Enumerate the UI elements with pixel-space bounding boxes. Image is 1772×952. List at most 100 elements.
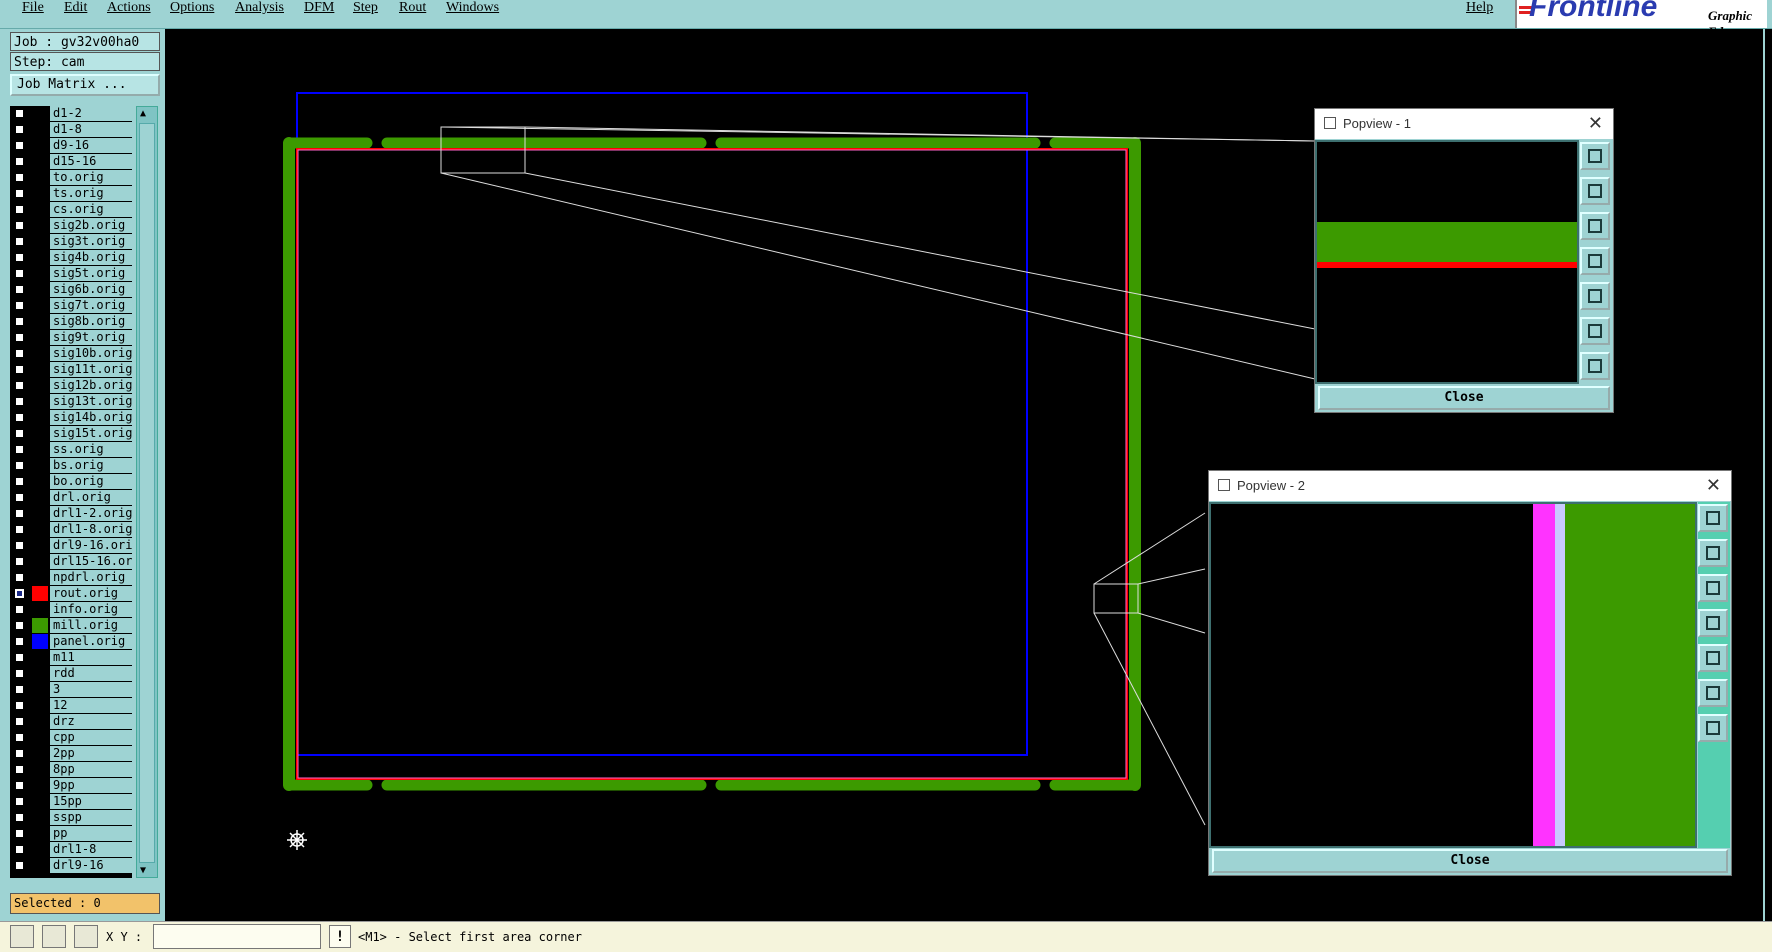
layer-checkbox[interactable] [15, 189, 24, 198]
layer-name[interactable]: sig3t.orig [50, 234, 132, 249]
layer-name[interactable]: sig14b.orig [50, 410, 132, 425]
layer-name[interactable]: sig15t.orig [50, 426, 132, 441]
layer-color-swatch[interactable] [32, 666, 48, 681]
layer-name[interactable]: bs.orig [50, 458, 132, 473]
layer-color-swatch[interactable] [32, 442, 48, 457]
popview-1-canvas[interactable] [1315, 140, 1579, 384]
layer-row[interactable]: rout.orig [10, 586, 132, 602]
menu-rout[interactable]: Rout [399, 0, 426, 16]
layer-row[interactable]: sig8b.orig [10, 314, 132, 330]
layer-name[interactable]: sig7t.orig [50, 298, 132, 313]
layer-color-swatch[interactable] [32, 154, 48, 169]
layer-color-swatch[interactable] [32, 730, 48, 745]
layer-row[interactable]: d1-8 [10, 122, 132, 138]
layer-name[interactable]: drl9-16.orig [50, 538, 132, 553]
popview-1-pan-left-button[interactable] [1580, 247, 1610, 275]
layer-color-swatch[interactable] [32, 314, 48, 329]
layer-row[interactable]: ss.orig [10, 442, 132, 458]
layer-row[interactable]: sig9t.orig [10, 330, 132, 346]
layer-checkbox[interactable] [15, 621, 24, 630]
layer-name[interactable]: pp [50, 826, 132, 841]
layer-row[interactable]: sig10b.orig [10, 346, 132, 362]
scroll-down-icon[interactable]: ▼ [140, 865, 146, 876]
layer-name[interactable]: rdd [50, 666, 132, 681]
layer-checkbox[interactable] [15, 269, 24, 278]
layer-color-swatch[interactable] [32, 122, 48, 137]
layer-color-swatch[interactable] [32, 762, 48, 777]
layer-checkbox[interactable] [15, 589, 24, 598]
layer-row[interactable]: drl15-16.ori [10, 554, 132, 570]
layer-checkbox[interactable] [15, 669, 24, 678]
layer-color-swatch[interactable] [32, 778, 48, 793]
layer-color-swatch[interactable] [32, 378, 48, 393]
layer-color-swatch[interactable] [32, 746, 48, 761]
layer-checkbox[interactable] [15, 445, 24, 454]
layer-color-swatch[interactable] [32, 170, 48, 185]
layer-checkbox[interactable] [15, 285, 24, 294]
menu-file[interactable]: File [22, 0, 44, 16]
layer-color-swatch[interactable] [32, 298, 48, 313]
layer-name[interactable]: drl.orig [50, 490, 132, 505]
layer-color-swatch[interactable] [32, 410, 48, 425]
layer-checkbox[interactable] [15, 509, 24, 518]
layer-row[interactable]: bs.orig [10, 458, 132, 474]
layer-name[interactable]: 12 [50, 698, 132, 713]
layer-name[interactable]: drl1-8.orig [50, 522, 132, 537]
layer-checkbox[interactable] [15, 829, 24, 838]
popview-1-pan-down-button[interactable] [1580, 212, 1610, 240]
layer-row[interactable]: sig4b.orig [10, 250, 132, 266]
layer-color-swatch[interactable] [32, 858, 48, 873]
layer-row[interactable]: mill.orig [10, 618, 132, 634]
layer-name[interactable]: d9-16 [50, 138, 132, 153]
layer-checkbox[interactable] [15, 141, 24, 150]
layer-name[interactable]: bo.orig [50, 474, 132, 489]
layer-checkbox[interactable] [15, 333, 24, 342]
layer-checkbox[interactable] [15, 461, 24, 470]
layer-row[interactable]: drz [10, 714, 132, 730]
layer-row[interactable]: drl9-16 [10, 858, 132, 874]
layer-color-swatch[interactable] [32, 586, 48, 601]
layer-color-swatch[interactable] [32, 698, 48, 713]
layer-checkbox[interactable] [15, 637, 24, 646]
layer-name[interactable]: drl15-16.ori [50, 554, 132, 569]
layer-checkbox[interactable] [15, 413, 24, 422]
layer-name[interactable]: sig12b.orig [50, 378, 132, 393]
scroll-thumb[interactable] [139, 123, 155, 863]
layer-row[interactable]: sig7t.orig [10, 298, 132, 314]
popview-2-pan-right-button[interactable] [1698, 644, 1728, 672]
layer-color-swatch[interactable] [32, 506, 48, 521]
layer-row[interactable]: d15-16 [10, 154, 132, 170]
menu-analysis[interactable]: Analysis [235, 0, 284, 16]
layer-name[interactable]: sig5t.orig [50, 266, 132, 281]
layer-row[interactable]: sig15t.orig [10, 426, 132, 442]
layer-color-swatch[interactable] [32, 394, 48, 409]
layer-checkbox[interactable] [15, 365, 24, 374]
layer-color-swatch[interactable] [32, 634, 48, 649]
layer-row[interactable]: sspp [10, 810, 132, 826]
layer-checkbox[interactable] [15, 429, 24, 438]
xy-input[interactable] [153, 924, 321, 949]
layer-color-swatch[interactable] [32, 346, 48, 361]
popview-1-zoom-home-button[interactable] [1580, 142, 1610, 170]
layer-color-swatch[interactable] [32, 794, 48, 809]
scroll-up-icon[interactable]: ▲ [140, 108, 146, 119]
layer-color-swatch[interactable] [32, 250, 48, 265]
layer-row[interactable]: ts.orig [10, 186, 132, 202]
layer-row[interactable]: 12 [10, 698, 132, 714]
layer-name[interactable]: 9pp [50, 778, 132, 793]
layer-checkbox[interactable] [15, 541, 24, 550]
popview-2-zoom-home-button[interactable] [1698, 504, 1728, 532]
layer-row[interactable]: drl9-16.orig [10, 538, 132, 554]
layer-checkbox[interactable] [15, 749, 24, 758]
layer-name[interactable]: drz [50, 714, 132, 729]
layer-row[interactable]: rdd [10, 666, 132, 682]
layer-checkbox[interactable] [15, 349, 24, 358]
layer-checkbox[interactable] [15, 701, 24, 710]
layer-name[interactable]: sig2b.orig [50, 218, 132, 233]
layer-row[interactable]: sig11t.orig [10, 362, 132, 378]
layer-row[interactable]: sig13t.orig [10, 394, 132, 410]
layer-color-swatch[interactable] [32, 218, 48, 233]
layer-color-swatch[interactable] [32, 330, 48, 345]
popview-1-zoom-in-button[interactable] [1580, 317, 1610, 345]
layer-name[interactable]: drl1-2.orig [50, 506, 132, 521]
